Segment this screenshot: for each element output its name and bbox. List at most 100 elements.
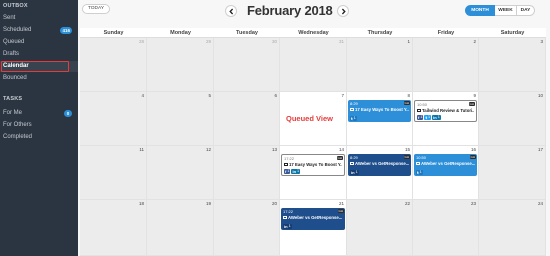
article-icon <box>416 162 420 166</box>
post-author-tag: GH <box>337 209 344 213</box>
day-number: 28 <box>138 39 144 44</box>
queued-view-annotation: Queued View <box>286 114 333 123</box>
day-number: 13 <box>271 147 277 152</box>
post-title: Tailwind Review & Tutori... <box>417 108 474 113</box>
sidebar-item-bounced[interactable]: Bounced <box>0 73 78 84</box>
month-view-button[interactable]: MONTH <box>465 5 495 16</box>
day-number: 8 <box>407 93 410 98</box>
day-cell-13[interactable]: 13 <box>214 146 280 200</box>
facebook-count-chip: f1 <box>284 169 291 174</box>
calendar-grid: Sunday Monday Tuesday Wednesday Thursday Frid… <box>80 28 546 256</box>
scheduled-post-card[interactable]: 8:29 GH 17 Easy Ways To Boost Y... 𝗍 1 <box>348 100 411 122</box>
day-cell-1[interactable]: 1 <box>347 38 413 92</box>
day-cell-20[interactable]: 20 <box>214 200 280 256</box>
today-button[interactable]: TODAY <box>82 4 110 14</box>
highlight-box <box>1 61 69 72</box>
social-network-list: f 1 in 1 <box>284 169 301 174</box>
scheduled-post-card[interactable]: 10:50 GH Tailwind Review & Tutori... f 1 𝗍 1 in… <box>414 100 477 122</box>
day-cell-11[interactable]: 11 <box>80 146 147 200</box>
post-title: AWeber vs GetResponse... <box>416 161 475 166</box>
day-number: 21 <box>338 201 344 206</box>
social-network-list: 𝗍1 <box>416 170 423 175</box>
day-number: 20 <box>271 201 277 206</box>
sidebar-item-label: Scheduled <box>3 27 32 33</box>
post-title-text: 17 Easy Ways To Boost Y... <box>355 107 409 112</box>
social-network-list: in 1 <box>283 224 292 229</box>
sidebar-item-label: Completed <box>3 134 33 140</box>
post-time: 17:22 <box>283 209 294 214</box>
sidebar-item-for-others[interactable]: For Others <box>0 120 78 131</box>
day-cell-4[interactable]: 4 <box>80 92 147 146</box>
sidebar-item-queued[interactable]: Queued <box>0 37 78 48</box>
day-number: 17 <box>537 147 543 152</box>
day-number: 10 <box>537 93 543 98</box>
sidebar-item-scheduled[interactable]: Scheduled 416 <box>0 25 78 36</box>
sidebar-item-label: Bounced <box>3 75 27 81</box>
post-author-tag: GH <box>403 101 410 105</box>
twitter-icon: 𝗍 <box>425 115 428 120</box>
day-number: 11 <box>139 147 144 152</box>
scheduled-post-card[interactable]: 8:29 GH AWeber vs GetResponse... in 1 <box>348 154 411 176</box>
linkedin-icon: in <box>433 115 437 120</box>
day-cell-19[interactable]: 19 <box>147 200 214 256</box>
post-title-text: Tailwind Review & Tutori... <box>422 108 474 113</box>
sidebar-item-drafts[interactable]: Drafts <box>0 49 78 60</box>
article-icon <box>283 216 287 220</box>
day-cell-22[interactable]: 22 <box>347 200 413 256</box>
day-number: 7 <box>341 93 344 98</box>
social-count: 1 <box>288 224 291 228</box>
post-time: 8:29 <box>350 155 358 160</box>
sidebar-item-label: Queued <box>3 39 25 45</box>
sidebar-item-for-me[interactable]: For Me 0 <box>0 108 78 119</box>
sidebar-item-sent[interactable]: Sent <box>0 13 78 24</box>
day-number: 24 <box>537 201 543 206</box>
scheduled-post-card[interactable]: 10:50 GH AWeber vs GetResponse... 𝗍 1 <box>414 154 477 176</box>
sidebar-item-completed[interactable]: Completed <box>0 132 78 143</box>
social-count: 1 <box>420 115 423 119</box>
day-view-button[interactable]: DAY <box>517 5 535 16</box>
social-count: 1 <box>353 116 356 120</box>
day-cell-5[interactable]: 5 <box>147 92 214 146</box>
day-cell-29[interactable]: 29 <box>147 38 214 92</box>
day-cell-3[interactable]: 3 <box>479 38 546 92</box>
scheduled-count-badge: 416 <box>60 27 72 34</box>
weekday-sunday: Sunday <box>103 30 124 36</box>
week-view-button[interactable]: WEEK <box>495 5 517 16</box>
sidebar-item-label: For Me <box>3 110 23 116</box>
facebook-count-chip: f1 <box>417 115 424 120</box>
day-number: 30 <box>271 39 277 44</box>
day-cell-23[interactable]: 23 <box>413 200 479 256</box>
day-cell-17[interactable]: 17 <box>479 146 546 200</box>
post-title: AWeber vs GetResponse... <box>350 161 409 166</box>
day-cell-10[interactable]: 10 <box>479 92 546 146</box>
day-number: 9 <box>473 93 476 98</box>
post-author-tag: GH <box>403 155 410 159</box>
weekday-thursday: Thursday <box>367 30 393 36</box>
scheduled-post-card[interactable]: 17:22 GH AWeber vs GetResponse... in 1 <box>281 208 345 230</box>
day-number: 31 <box>338 39 344 44</box>
social-count: 1 <box>287 169 290 173</box>
post-title-text: AWeber vs GetResponse... <box>421 161 475 166</box>
weekday-tuesday: Tuesday <box>236 30 258 36</box>
sidebar: OUTBOX Sent Scheduled 416 Queued Drafts … <box>0 0 78 256</box>
article-icon <box>350 162 354 166</box>
day-cell-18[interactable]: 18 <box>80 200 147 256</box>
facebook-icon: f <box>418 115 420 120</box>
next-month-button[interactable] <box>337 5 349 17</box>
day-cell-30[interactable]: 30 <box>214 38 280 92</box>
social-count: 1 <box>437 115 440 119</box>
post-title: 17 Easy Ways To Boost Y... <box>284 162 342 167</box>
day-number: 29 <box>205 39 211 44</box>
sidebar-item-label: Sent <box>3 15 16 21</box>
prev-month-button[interactable] <box>225 5 237 17</box>
day-cell-6[interactable]: 6 <box>214 92 280 146</box>
day-cell-28[interactable]: 28 <box>80 38 147 92</box>
sidebar-item-calendar[interactable]: Calendar <box>0 61 78 72</box>
day-cell-2[interactable]: 2 <box>413 38 479 92</box>
day-cell-12[interactable]: 12 <box>147 146 214 200</box>
scheduled-post-card[interactable]: 17:22 GH 17 Easy Ways To Boost Y... f 1 in 1 <box>281 154 345 176</box>
day-cell-24[interactable]: 24 <box>479 200 546 256</box>
day-cell-31[interactable]: 31 <box>280 38 347 92</box>
day-number: 19 <box>205 201 211 206</box>
twitter-count-chip: 𝗍1 <box>424 115 432 120</box>
